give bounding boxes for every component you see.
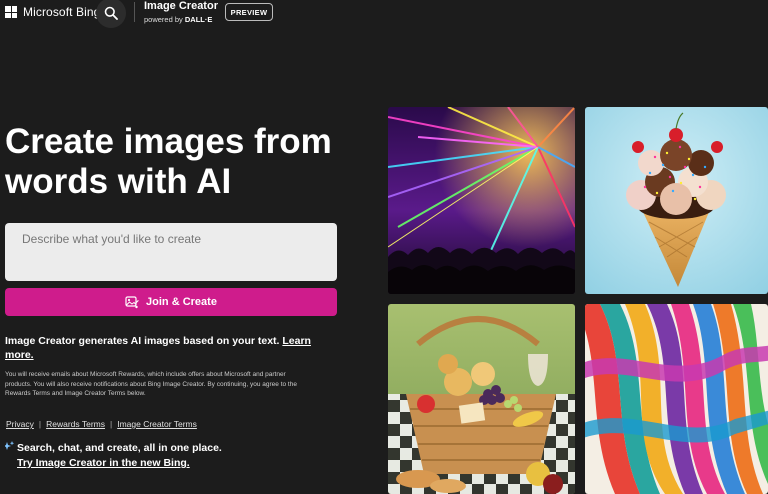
bing-home-link[interactable]: Microsoft Bing [5, 5, 100, 19]
brand-name: Microsoft Bing [23, 5, 101, 19]
search-icon [104, 6, 118, 20]
image-creator-terms-link[interactable]: Image Creator Terms [117, 419, 197, 429]
header-divider [134, 2, 135, 22]
rewards-terms-link[interactable]: Rewards Terms [46, 419, 105, 429]
example-image-concert[interactable] [388, 107, 575, 294]
promo-text: Search, chat, and create, all in one pla… [17, 442, 222, 454]
top-bar: Microsoft Bing Image Creator powered by … [0, 0, 768, 30]
search-button[interactable] [96, 0, 126, 28]
dalle-brand: DALL·E [184, 15, 213, 24]
link-separator: | [109, 419, 113, 429]
footer-links: Privacy | Rewards Terms | Image Creator … [6, 419, 197, 429]
example-image-ice-cream[interactable] [585, 107, 768, 294]
description-text: Image Creator generates AI images based … [5, 335, 280, 347]
join-button-label: Join & Create [146, 296, 217, 308]
legal-notice: You will receive emails about Microsoft … [5, 371, 297, 397]
image-create-icon [125, 295, 139, 308]
link-separator: | [38, 419, 42, 429]
try-new-bing-link[interactable]: Try Image Creator in the new Bing. [17, 457, 190, 469]
example-image-ribbons[interactable] [585, 304, 768, 494]
description: Image Creator generates AI images based … [5, 334, 335, 362]
privacy-link[interactable]: Privacy [6, 419, 34, 429]
microsoft-logo-icon [5, 6, 17, 18]
example-image-picnic[interactable] [388, 304, 575, 494]
product-name[interactable]: Image Creator powered by DALL·E [144, 1, 218, 24]
join-and-create-button[interactable]: Join & Create [5, 288, 337, 316]
page-title: Create images from words with AI [5, 122, 332, 201]
prompt-input[interactable] [5, 223, 337, 281]
product-title: Image Creator [144, 0, 218, 12]
preview-badge[interactable]: PREVIEW [225, 3, 273, 21]
sparkle-icon [5, 441, 15, 450]
product-subtitle: powered by DALL·E [144, 15, 213, 24]
